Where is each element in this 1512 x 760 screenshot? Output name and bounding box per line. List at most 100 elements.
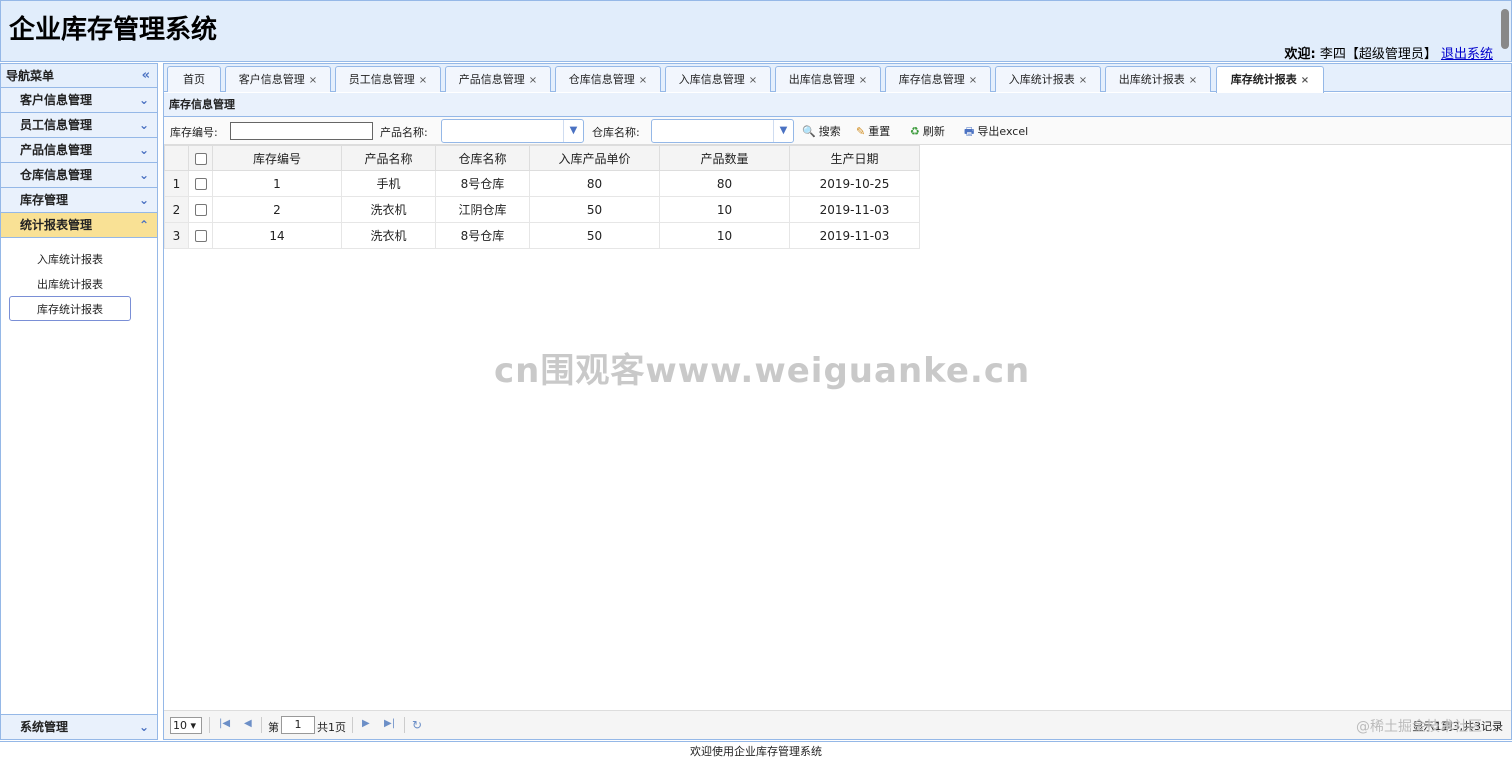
chevron-down-icon[interactable]: ▼ [773,120,793,142]
column-header[interactable]: 仓库名称 [435,145,530,171]
close-icon[interactable]: × [1079,75,1087,86]
row-checkbox[interactable] [194,230,207,242]
panel-title: 库存信息管理 [164,93,1511,117]
menu-system[interactable]: 系统管理 ⌄ [1,714,157,739]
table-cell: 2019-10-25 [789,170,920,197]
divider [261,717,262,733]
next-page-icon[interactable]: ▶ [362,718,370,729]
tab-stock-info[interactable]: 库存信息管理 × [885,66,991,92]
warehouse-name-combo[interactable]: ▼ [651,119,794,143]
first-page-icon[interactable]: |◀ [219,718,230,729]
tab-label: 入库信息管理 [678,73,745,86]
divider [209,717,210,733]
tab-outbound-report[interactable]: 出库统计报表 × [1105,66,1211,92]
chevron-down-icon[interactable]: ▼ [563,120,583,142]
close-icon[interactable]: × [859,75,867,86]
column-header[interactable]: 产品名称 [341,145,436,171]
close-icon[interactable]: × [969,75,977,86]
column-header[interactable]: 入库产品单价 [529,145,660,171]
menu-product[interactable]: 产品信息管理 ⌄ [1,138,157,163]
collapse-icon: ⌃ [138,218,149,232]
close-icon[interactable]: × [309,75,317,86]
table-cell: 50 [529,196,660,223]
table-cell: 14 [212,222,342,249]
page-number-input[interactable]: 1 [281,716,315,734]
divider [352,717,353,733]
tab-home[interactable]: 首页 [167,66,221,92]
row-select-cell [188,222,213,249]
select-all-checkbox[interactable] [194,152,207,165]
menu-customer[interactable]: 客户信息管理 ⌄ [1,88,157,113]
menu-reports[interactable]: 统计报表管理 ⌃ [1,213,157,238]
button-label: 搜索 [818,125,841,138]
reset-button[interactable]: ✎ 重置 [856,123,890,139]
submenu-stock-report[interactable]: 库存统计报表 [9,296,131,321]
tab-outbound[interactable]: 出库信息管理 × [775,66,881,92]
tab-inbound[interactable]: 入库信息管理 × [665,66,771,92]
column-header[interactable]: 库存编号 [212,145,342,171]
close-icon[interactable]: × [639,75,647,86]
table-row[interactable]: 1 1 手机 8号仓库 80 80 2019-10-25 [164,170,920,197]
close-icon[interactable]: × [749,75,757,86]
tab-label: 出库统计报表 [1118,73,1185,86]
page-size-value: 10 [173,719,187,732]
nav-title: 导航菜单 [6,69,55,83]
table-row[interactable]: 2 2 洗衣机 江阴仓库 50 10 2019-11-03 [164,196,920,223]
close-icon[interactable]: × [1189,75,1197,86]
tab-label: 客户信息管理 [238,73,305,86]
menu-label: 产品信息管理 [20,143,93,157]
tab-warehouse[interactable]: 仓库信息管理 × [555,66,661,92]
submenu-inbound-report[interactable]: 入库统计报表 [9,246,131,271]
product-name-label: 产品名称: [380,126,428,139]
close-icon[interactable]: × [529,75,537,86]
submenu-outbound-report[interactable]: 出库统计报表 [9,271,131,296]
search-button[interactable]: 🔍 搜索 [802,123,841,139]
tab-label: 库存信息管理 [898,73,965,86]
last-page-icon[interactable]: ▶| [384,718,395,729]
page-total: 共1页 [317,721,346,734]
scrollbar[interactable] [1501,9,1509,49]
table-cell: 1 [212,170,342,197]
refresh-button[interactable]: ♻ 刷新 [910,123,945,139]
table-header-row: 库存编号 产品名称 仓库名称 入库产品单价 产品数量 生产日期 [164,145,920,171]
row-checkbox[interactable] [194,204,207,216]
stock-table: 库存编号 产品名称 仓库名称 入库产品单价 产品数量 生产日期 1 1 手机 8… [164,145,920,249]
tab-inbound-report[interactable]: 入库统计报表 × [995,66,1101,92]
stock-no-input[interactable] [230,122,373,140]
tab-label: 入库统计报表 [1008,73,1075,86]
tab-employee[interactable]: 员工信息管理 × [335,66,441,92]
tab-product[interactable]: 产品信息管理 × [445,66,551,92]
column-header[interactable]: 产品数量 [659,145,790,171]
tab-label: 出库信息管理 [788,73,855,86]
welcome-area: 欢迎: 李四【超级管理员】 退出系统 [1284,43,1493,62]
button-label: 导出excel [977,125,1029,138]
pagination-bar: 10 ▾ |◀ ◀ 第 1 共1页 ▶ ▶| ↻ 显示1到3,共3记录 [164,710,1511,739]
reload-icon[interactable]: ↻ [412,718,422,732]
product-name-combo[interactable]: ▼ [441,119,584,143]
expand-icon: ⌄ [138,118,149,132]
tab-label: 产品信息管理 [458,73,525,86]
export-excel-button[interactable]: 🖶 导出excel [964,123,1028,142]
expand-icon: ⌄ [138,720,149,734]
table-row[interactable]: 3 14 洗衣机 8号仓库 50 10 2019-11-03 [164,222,920,249]
close-icon[interactable]: × [1301,75,1309,86]
select-all-header [188,145,213,171]
page-size-select[interactable]: 10 ▾ [170,717,202,734]
prev-page-icon[interactable]: ◀ [244,718,252,729]
menu-warehouse[interactable]: 仓库信息管理 ⌄ [1,163,157,188]
menu-label: 统计报表管理 [20,218,93,232]
menu-stock[interactable]: 库存管理 ⌄ [1,188,157,213]
row-checkbox[interactable] [194,178,207,190]
column-header[interactable]: 生产日期 [789,145,920,171]
menu-label: 客户信息管理 [20,93,93,107]
close-icon[interactable]: × [419,75,427,86]
collapse-left-icon[interactable]: « [142,64,150,88]
tab-stock-report[interactable]: 库存统计报表 × [1216,66,1324,93]
logout-link[interactable]: 退出系统 [1441,47,1493,62]
menu-employee[interactable]: 员工信息管理 ⌄ [1,113,157,138]
tab-customer[interactable]: 客户信息管理 × [225,66,331,92]
search-icon: 🔍 [802,125,816,138]
tab-label: 首页 [183,73,205,86]
app-title: 企业库存管理系统 [9,15,218,45]
table-cell: 洗衣机 [341,222,436,249]
